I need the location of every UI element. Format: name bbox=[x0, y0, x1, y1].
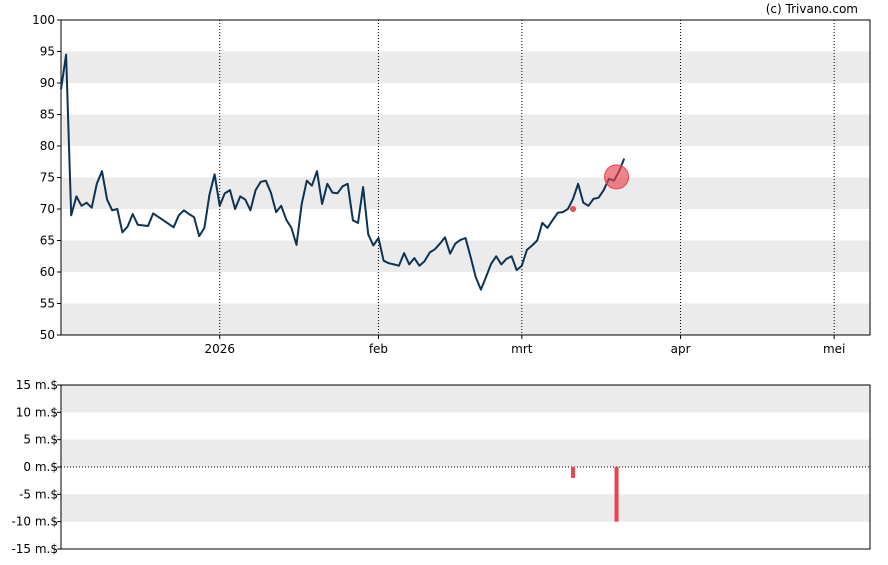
y-tick-label: 65 bbox=[40, 234, 55, 248]
x-tick-label: mei bbox=[823, 342, 845, 356]
x-tick-label: 2026 bbox=[204, 342, 235, 356]
y-tick-label: 85 bbox=[40, 108, 55, 122]
bar-grid-band bbox=[61, 439, 870, 467]
bar-y-tick-label: 5 m.$ bbox=[23, 433, 58, 447]
trade-marker bbox=[604, 164, 630, 190]
insider-bar bbox=[614, 467, 619, 522]
y-tick-label: 95 bbox=[40, 45, 55, 59]
bar-y-tick-label: -5 m.$ bbox=[19, 487, 58, 501]
bar-y-tick-label: 10 m.$ bbox=[16, 405, 58, 419]
y-tick-label: 60 bbox=[40, 265, 55, 279]
y-tick-label: 55 bbox=[40, 297, 55, 311]
y-tick-label: 50 bbox=[40, 328, 55, 342]
price-grid-band bbox=[61, 240, 870, 272]
y-tick-label: 75 bbox=[40, 171, 55, 185]
bar-y-tick-label: -15 m.$ bbox=[11, 542, 58, 556]
price-grid-band bbox=[61, 303, 870, 335]
y-tick-label: 70 bbox=[40, 202, 55, 216]
price-grid-band bbox=[61, 51, 870, 83]
y-tick-label: 80 bbox=[40, 139, 55, 153]
trade-marker bbox=[570, 206, 577, 212]
bar-y-tick-label: 0 m.$ bbox=[23, 460, 58, 474]
x-tick-label: apr bbox=[671, 342, 691, 356]
insider-bar bbox=[571, 467, 576, 478]
bar-grid-band bbox=[61, 385, 870, 413]
bar-grid-band bbox=[61, 494, 870, 522]
price-grid-band bbox=[61, 177, 870, 209]
y-tick-label: 100 bbox=[32, 13, 55, 27]
x-tick-label: mrt bbox=[511, 342, 533, 356]
y-tick-label: 90 bbox=[40, 76, 55, 90]
price-grid-band bbox=[61, 114, 870, 146]
stock-chart: 50 55 60 65 70 75 80 85 90 95 100 2026 feb mrt apr mei 1… bbox=[11, 13, 871, 556]
x-tick-label: feb bbox=[369, 342, 388, 356]
bar-y-tick-label: -10 m.$ bbox=[11, 515, 58, 529]
bar-y-tick-label: 15 m.$ bbox=[16, 378, 58, 392]
